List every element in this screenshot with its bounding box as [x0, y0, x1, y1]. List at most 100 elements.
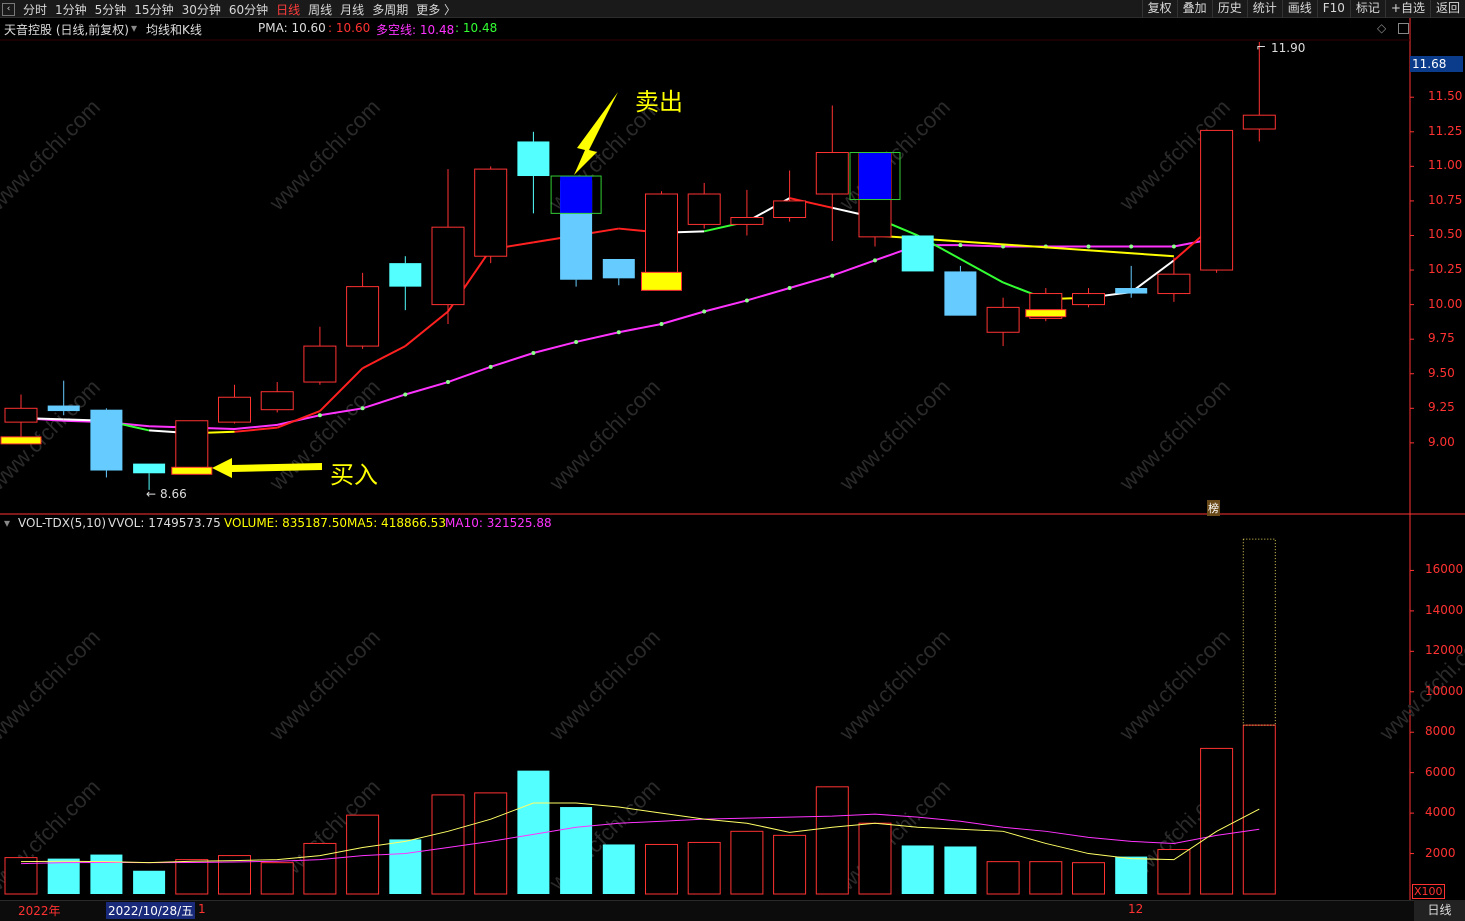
signal-box-yellow: [0, 436, 42, 445]
sell-signal-box: [859, 152, 891, 200]
price-volume-chart[interactable]: www.cfchi.com www.cfchi.com www.cfchi.com w…: [0, 0, 1465, 921]
volume-bar-up: [175, 859, 209, 895]
watermark-text: www.cfchi.com: [1114, 374, 1235, 495]
watermark-text: www.cfchi.com: [0, 374, 105, 495]
volume-bar-up: [730, 830, 764, 895]
candle-body-down: [517, 141, 550, 177]
candle-body-up: [260, 391, 294, 411]
signal-box-yellow: [641, 271, 682, 291]
candle-body-down: [90, 409, 123, 471]
candle-body-up: [815, 152, 849, 195]
candle-body-down: [1115, 288, 1148, 294]
day-label: 1: [198, 902, 206, 916]
price-tick-label: 9.25: [1428, 400, 1455, 415]
volume-bar-up: [1157, 849, 1191, 895]
vol-tick-label: 14000: [1425, 602, 1464, 617]
volume-bar-down: [133, 870, 166, 894]
watermark-text: www.cfchi.com: [0, 624, 105, 745]
price-tick-label: 10.25: [1428, 262, 1463, 277]
watermark-text: www.cfchi.com: [264, 624, 385, 745]
candle-body-up: [474, 168, 508, 257]
volume-bar-down: [602, 844, 635, 894]
candle-body-up: [175, 420, 209, 472]
period-indicator[interactable]: 日线: [1414, 900, 1465, 921]
watermark-text: www.cfchi.com: [1114, 624, 1235, 745]
candle-body-up: [986, 306, 1020, 333]
volume-bar-down: [389, 839, 422, 894]
volume-bar-up: [986, 861, 1020, 895]
price-tick-label: 10.50: [1428, 227, 1463, 242]
ma-slow-dot: [958, 243, 963, 248]
vol-tick-label: 8000: [1425, 724, 1456, 739]
candle-body-down: [901, 235, 934, 272]
volume-bar-down: [90, 854, 123, 894]
candle-body-up: [1072, 293, 1105, 306]
volume-bar-up: [815, 786, 849, 895]
candle-body-up: [346, 286, 380, 347]
price-tick-label: 9.50: [1428, 365, 1455, 380]
ma-slow-dot: [1086, 244, 1091, 249]
price-tick-label: 9.75: [1428, 331, 1455, 346]
candle-body-down: [602, 258, 635, 279]
candle-body-up: [303, 345, 337, 383]
watermark-text: www.cfchi.com: [834, 94, 955, 215]
price-tick-label: 10.00: [1428, 296, 1463, 311]
volume-bar-up: [260, 862, 294, 895]
watermark-text: www.cfchi.com: [544, 624, 665, 745]
volume-bar-up: [687, 841, 721, 895]
ma-slow-dot: [616, 330, 621, 335]
price-tick-label: 10.75: [1428, 192, 1463, 207]
ma-slow-dot: [744, 298, 749, 303]
candle-body-up: [218, 396, 251, 423]
vol-tick-label: 12000: [1425, 643, 1464, 658]
high-price-label: 11.90: [1271, 41, 1306, 55]
candle-body-down: [944, 271, 977, 316]
watermark-text: www.cfchi.com: [544, 374, 665, 495]
watermark-text: www.cfchi.com: [264, 94, 385, 215]
watermark-text: www.cfchi.com: [834, 374, 955, 495]
volume-bar-down: [47, 858, 80, 894]
price-tick-label: 9.00: [1428, 434, 1455, 449]
ma-slow-dot: [574, 339, 579, 344]
buy-annotation: 买入: [330, 461, 378, 489]
ma-slow-dot: [488, 364, 493, 369]
ma-slow-dot: [360, 406, 365, 411]
ma-slow-dot: [317, 413, 322, 418]
price-tick-label: 11.00: [1428, 158, 1463, 173]
watermark-text: www.cfchi.com: [834, 774, 955, 895]
volume-bar-up: [431, 794, 465, 895]
volume-bar-down: [1115, 856, 1148, 894]
bang-badge[interactable]: 榜: [1207, 500, 1220, 516]
candle-body-down: [389, 263, 422, 287]
ma-slow-dot: [531, 351, 536, 355]
candle-body-up: [645, 193, 678, 278]
volume-limit-box: [1242, 538, 1276, 726]
candle-body-up: [687, 193, 721, 225]
low-price-label: 8.66: [160, 487, 187, 501]
ma-slow-dot: [873, 258, 877, 263]
sell-signal-box: [560, 176, 593, 214]
ma-fast-segment: [362, 345, 406, 370]
ma-slow-dot: [702, 309, 707, 314]
ma-slow-dot: [659, 321, 664, 326]
volume-bar-up: [1072, 862, 1105, 895]
volume-bar-up: [858, 822, 892, 895]
candle-body-down: [133, 463, 166, 474]
volume-bars: [4, 538, 1276, 895]
ma-slow-dot: [787, 286, 792, 291]
signal-box-yellow: [171, 466, 213, 475]
current-price-badge: 11.68: [1410, 56, 1463, 72]
volume-bar-up: [1200, 747, 1234, 895]
volume-bar-up: [645, 843, 678, 895]
volume-bar-down: [560, 807, 593, 894]
candle-body-up: [431, 226, 465, 306]
watermark-text: www.cfchi.com: [834, 624, 955, 745]
ma-slow-dot: [446, 380, 450, 385]
ma-slow-dot: [403, 392, 408, 397]
time-axis: [0, 900, 1465, 921]
vol-tick-label: 16000: [1425, 562, 1464, 577]
watermark-text: www.cfchi.com: [0, 94, 105, 215]
price-tick-label: 11.25: [1428, 123, 1463, 138]
ma-slow-dot: [830, 273, 835, 278]
vol-tick-label: 10000: [1425, 683, 1464, 698]
